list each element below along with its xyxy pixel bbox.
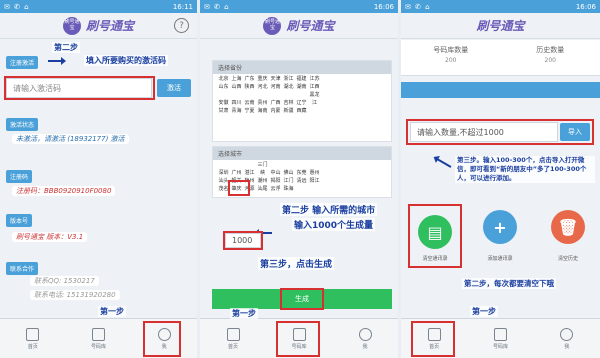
- annotation-step1: 第一步: [98, 306, 126, 317]
- status-bar: ✉ ✆ ⌂ 16:11: [0, 0, 197, 13]
- status-bar: ✉ ✆ ⌂ 16:06: [401, 0, 600, 13]
- nav-home[interactable]: 首页: [0, 319, 66, 358]
- nav-home[interactable]: 首页: [401, 319, 467, 358]
- arrow-annotation: [48, 57, 66, 65]
- tab-library-count[interactable]: 号码库数量 200: [401, 40, 501, 75]
- activate-button[interactable]: 激活: [157, 79, 191, 97]
- annotation-step1: 第一步: [470, 306, 498, 317]
- app-header: 刷号通宝 刷号通宝: [200, 13, 398, 39]
- annotation-step2: 第二步，每次都要清空下哦: [462, 278, 556, 289]
- nav-me[interactable]: 我: [332, 319, 398, 358]
- tab-history-count[interactable]: 历史数量 200: [501, 40, 600, 75]
- status-value: 未激活，请激活 (18932177) 激活: [12, 134, 129, 144]
- status-tag: 激活状态: [6, 118, 39, 131]
- add-contacts-label: 添加通讯录: [487, 256, 513, 262]
- clear-history-label: 清空历史: [557, 256, 578, 262]
- library-icon: [92, 327, 105, 341]
- app-title: 刷号通宝: [85, 19, 134, 33]
- blue-divider: [401, 82, 600, 98]
- annotation-step1: 第一步: [230, 308, 258, 319]
- version-value: 刷号通宝 版本：V3.1: [12, 232, 88, 242]
- clear-history-button[interactable]: 🗑: [551, 210, 585, 244]
- nav-number-library[interactable]: 号码库: [266, 319, 332, 358]
- phone-panel-activation: ✉ ✆ ⌂ 16:11 刷号通宝 刷号通宝 ? 第二步 填入所要购买的激活码 注…: [0, 0, 197, 358]
- app-header: 刷号通宝: [401, 13, 600, 39]
- home-icon: [26, 327, 40, 341]
- app-header: 刷号通宝 刷号通宝 ?: [0, 13, 197, 39]
- contact-tag: 联系合作: [6, 262, 39, 275]
- highlight-box: [280, 288, 324, 310]
- contact-line-1: 联系QQ: 1530217: [30, 276, 99, 286]
- nav-number-library[interactable]: 号码库: [66, 319, 132, 358]
- library-icon: [493, 327, 507, 341]
- app-title: 刷号通宝: [476, 19, 525, 33]
- nav-home[interactable]: 首页: [200, 319, 266, 358]
- annotation-step2: 第二步 输入所需的城市: [280, 203, 378, 216]
- contact-line-2: 联系电话: 15131920280: [30, 290, 120, 300]
- annotation-step2-count: 输入1000个生成量: [292, 218, 376, 231]
- status-time: 16:11: [172, 2, 193, 11]
- help-icon[interactable]: ?: [174, 18, 189, 33]
- nav-me[interactable]: 我: [534, 319, 600, 358]
- trash-icon: 🗑: [557, 217, 579, 237]
- province-selector: 选择省份 北京 上海 广东 重庆 天津 浙江 福建 江苏 山东 山西 陕西 河北 河南 湖北 湖南 江西 安…: [212, 60, 392, 142]
- annotation-step3: 第三步。输入100-300个，点击导入打开微信，即可看到“新的朋友中”多了100…: [455, 156, 595, 183]
- screenshot-collage: ✉ ✆ ⌂ 16:11 刷号通宝 刷号通宝 ? 第二步 填入所要购买的激活码 注…: [0, 0, 600, 358]
- annotation-step2: 第二步: [52, 42, 80, 53]
- add-contacts-button[interactable]: +: [483, 210, 517, 244]
- clear-contacts-label: 清空通讯录: [422, 256, 448, 262]
- bottom-navigation: 首页 号码库 我: [200, 318, 398, 358]
- user-icon: [560, 327, 574, 341]
- app-logo: 刷号通宝: [62, 16, 81, 35]
- province-grid: 北京 上海 广东 重庆 天津 浙江 福建 江苏 山东 山西 陕西 河北 河南 湖北 湖南 江西 安徽 四川 云南…: [218, 76, 320, 114]
- app-logo: 刷号通宝: [263, 16, 282, 35]
- nav-me[interactable]: 我: [131, 319, 197, 358]
- highlight-box: [223, 231, 263, 250]
- version-tag: 版本号: [6, 214, 33, 227]
- highlight-box: [228, 180, 250, 196]
- annotation-step3: 第三步，点击生成: [258, 257, 335, 270]
- highlight-box: [406, 119, 594, 145]
- reg-code-tag: 注册码: [6, 170, 33, 183]
- nav-number-library[interactable]: 号码库: [467, 319, 533, 358]
- province-heading: 选择省份: [213, 61, 391, 74]
- bottom-navigation: 首页 号码库 我: [401, 318, 600, 358]
- status-icons: ✉ ✆ ⌂: [4, 2, 30, 11]
- highlight-box: [411, 321, 455, 357]
- reg-code-value: 注册码：BBB0920910F0080: [12, 186, 116, 196]
- annotation-step2-desc: 填入所要购买的激活码: [84, 55, 168, 66]
- user-icon: [358, 327, 372, 341]
- home-icon: [226, 327, 240, 341]
- register-tag: 注册激活: [6, 56, 39, 69]
- highlight-box: [276, 321, 320, 357]
- highlight-box: [4, 76, 155, 100]
- status-bar: ✉ ✆ ⌂ 16:06: [200, 0, 398, 13]
- plus-icon: +: [493, 217, 507, 237]
- city-heading: 选择城市: [213, 147, 391, 160]
- highlight-box: [143, 321, 182, 357]
- count-tabs: 号码库数量 200 历史数量 200: [401, 40, 600, 76]
- bottom-navigation: 首页 号码库 我: [0, 318, 197, 358]
- app-title: 刷号通宝: [286, 19, 335, 33]
